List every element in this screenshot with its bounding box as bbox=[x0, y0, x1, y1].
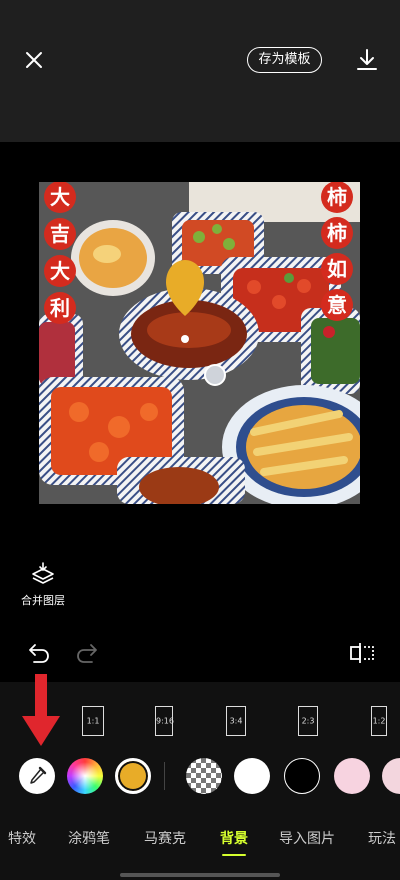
ratio-3-4-label: 3:4 bbox=[229, 716, 243, 726]
tab-effects[interactable]: 特效 bbox=[8, 828, 36, 848]
home-indicator bbox=[120, 873, 280, 877]
ratio-1-2-label: 1:2 bbox=[372, 716, 386, 726]
white-swatch[interactable] bbox=[234, 758, 270, 794]
right-char-1: 柿 bbox=[327, 185, 347, 209]
light-pink-swatch[interactable] bbox=[382, 758, 400, 794]
close-icon[interactable] bbox=[20, 46, 48, 74]
tab-background[interactable]: 背景 bbox=[220, 828, 248, 848]
canvas-area: 大 吉 大 利 柿 柿 如 意 bbox=[0, 142, 400, 542]
history-bar bbox=[0, 636, 400, 672]
transparent-swatch[interactable] bbox=[186, 758, 222, 794]
right-char-2: 柿 bbox=[327, 221, 347, 245]
undo-icon[interactable] bbox=[26, 640, 52, 666]
ratio-3-4-button[interactable]: 3:4 bbox=[226, 706, 246, 736]
pink-swatch[interactable] bbox=[334, 758, 370, 794]
tab-import-image[interactable]: 导入图片 bbox=[279, 828, 335, 848]
bottom-tab-bar: 特效 涂鸦笔 马赛克 背景 导入图片 玩法 bbox=[0, 818, 400, 858]
save-template-button[interactable]: 存为模板 bbox=[247, 47, 322, 73]
tab-mosaic[interactable]: 马赛克 bbox=[144, 828, 186, 848]
top-bar: 存为模板 bbox=[0, 0, 400, 142]
compare-icon[interactable] bbox=[348, 640, 376, 666]
black-swatch[interactable] bbox=[284, 758, 320, 794]
left-char-3: 大 bbox=[50, 259, 70, 283]
active-tab-indicator bbox=[222, 854, 246, 856]
merge-layers-label: 合并图层 bbox=[21, 594, 65, 607]
food-photo-illustration: 大 吉 大 利 柿 柿 如 意 bbox=[39, 182, 360, 504]
tab-gameplay[interactable]: 玩法 bbox=[368, 828, 396, 848]
eyedropper-icon bbox=[30, 766, 47, 784]
tab-doodle-pen[interactable]: 涂鸦笔 bbox=[68, 828, 110, 848]
merge-layers-button[interactable]: 合并图层 bbox=[14, 562, 72, 608]
left-char-1: 大 bbox=[50, 185, 70, 209]
layers-icon bbox=[32, 562, 54, 584]
background-tool-panel: 1:1 9:16 3:4 2:3 1:2 特效 涂鸦笔 马赛克 背景 导入图片 … bbox=[0, 682, 400, 880]
arrow-down-icon bbox=[22, 674, 60, 746]
download-icon[interactable] bbox=[353, 46, 381, 74]
ratio-9-16-button[interactable]: 9:16 bbox=[155, 706, 174, 736]
ratio-2-3-button[interactable]: 2:3 bbox=[298, 706, 318, 736]
left-char-2: 吉 bbox=[50, 222, 70, 246]
food-photo: 大 吉 大 利 柿 柿 如 意 bbox=[39, 182, 360, 504]
left-char-4: 利 bbox=[50, 296, 70, 320]
swatch-divider bbox=[164, 762, 165, 790]
redo-icon[interactable] bbox=[74, 640, 100, 666]
ratio-1-1-button[interactable]: 1:1 bbox=[82, 706, 104, 736]
ratio-1-2-button[interactable]: 1:2 bbox=[371, 706, 387, 736]
right-char-4: 意 bbox=[327, 293, 347, 317]
eyedropper-button[interactable] bbox=[19, 758, 55, 794]
ratio-9-16-label: 9:16 bbox=[156, 716, 174, 726]
ratio-2-3-label: 2:3 bbox=[301, 716, 315, 726]
color-wheel-button[interactable] bbox=[67, 758, 103, 794]
selected-color-swatch[interactable] bbox=[115, 758, 151, 794]
right-char-3: 如 bbox=[327, 257, 347, 281]
ratio-1-1-label: 1:1 bbox=[86, 716, 100, 726]
